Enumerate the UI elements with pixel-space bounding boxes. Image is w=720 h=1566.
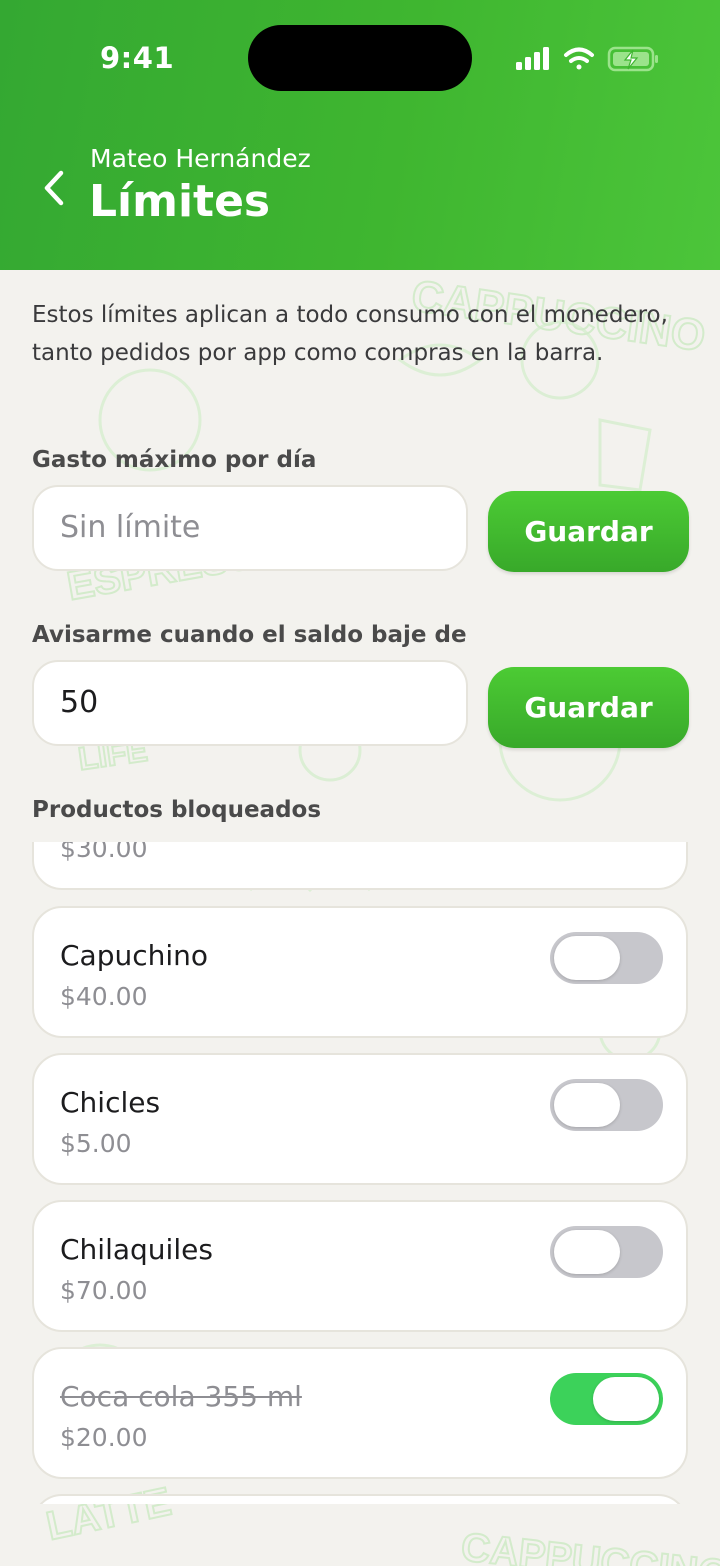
product-price: $70.00: [60, 1276, 148, 1305]
block-toggle[interactable]: [550, 1079, 663, 1131]
battery-charging-icon: [607, 46, 658, 72]
cellular-signal-icon: [516, 47, 549, 70]
product-card: Chicles $5.00: [32, 1053, 688, 1185]
toggle-knob: [554, 936, 620, 980]
product-card: $30.00: [32, 842, 688, 890]
product-card: Capuchino $40.00: [32, 906, 688, 1038]
intro-text: Estos límites aplican a todo consumo con…: [32, 302, 668, 366]
wifi-icon: [564, 47, 594, 70]
daily-max-save-button[interactable]: Guardar: [488, 491, 689, 572]
product-card: [32, 1494, 688, 1504]
low-balance-input[interactable]: 50: [32, 660, 468, 746]
product-name: Coca cola 355 ml: [60, 1380, 302, 1413]
product-name: Chilaquiles: [60, 1233, 213, 1266]
low-balance-save-button[interactable]: Guardar: [488, 667, 689, 748]
header-subtitle: Mateo Hernández: [90, 144, 311, 173]
chevron-left-icon: [44, 170, 64, 206]
blocked-products-list[interactable]: $30.00 Capuchino $40.00 Chicles $5.00 Ch…: [0, 842, 720, 1504]
block-toggle[interactable]: [550, 1226, 663, 1278]
product-price: $30.00: [60, 842, 148, 863]
product-card: Chilaquiles $70.00: [32, 1200, 688, 1332]
product-card: Coca cola 355 ml $20.00: [32, 1347, 688, 1479]
page-title: Límites: [89, 176, 271, 227]
header: 9:41 Mateo Hernández Límites: [0, 0, 720, 270]
status-icons: [516, 46, 658, 72]
back-button[interactable]: [32, 164, 76, 212]
product-price: $20.00: [60, 1423, 148, 1452]
toggle-knob: [554, 1230, 620, 1274]
block-toggle[interactable]: [550, 932, 663, 984]
status-time: 9:41: [100, 41, 175, 75]
dynamic-island: [248, 25, 472, 91]
doodle-word: CAPPUCCINO: [459, 1525, 720, 1566]
daily-max-label: Gasto máximo por día: [32, 447, 317, 473]
product-price: $40.00: [60, 982, 148, 1011]
block-toggle[interactable]: [550, 1373, 663, 1425]
toggle-knob: [593, 1377, 659, 1421]
product-name: Chicles: [60, 1086, 161, 1119]
product-price: $5.00: [60, 1129, 132, 1158]
daily-max-input[interactable]: Sin límite: [32, 485, 468, 571]
product-name: Capuchino: [60, 939, 209, 972]
toggle-knob: [554, 1083, 620, 1127]
blocked-products-label: Productos bloqueados: [32, 797, 322, 823]
low-balance-label: Avisarme cuando el saldo baje de: [32, 622, 467, 648]
